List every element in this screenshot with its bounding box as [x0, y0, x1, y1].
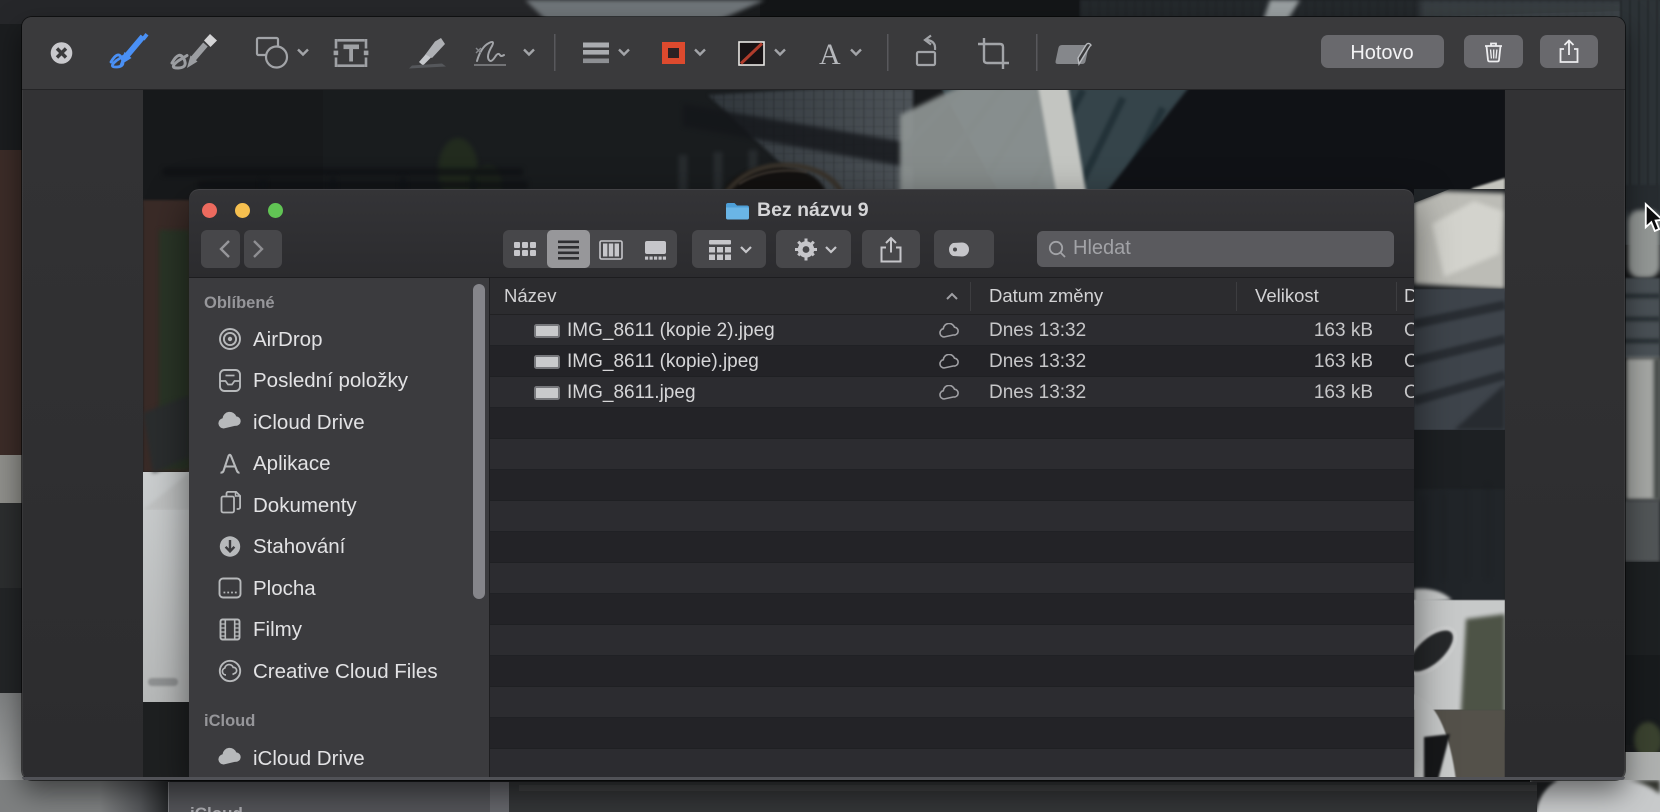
svg-text:Hotovo: Hotovo [1350, 42, 1413, 64]
svg-text:A: A [819, 38, 841, 71]
